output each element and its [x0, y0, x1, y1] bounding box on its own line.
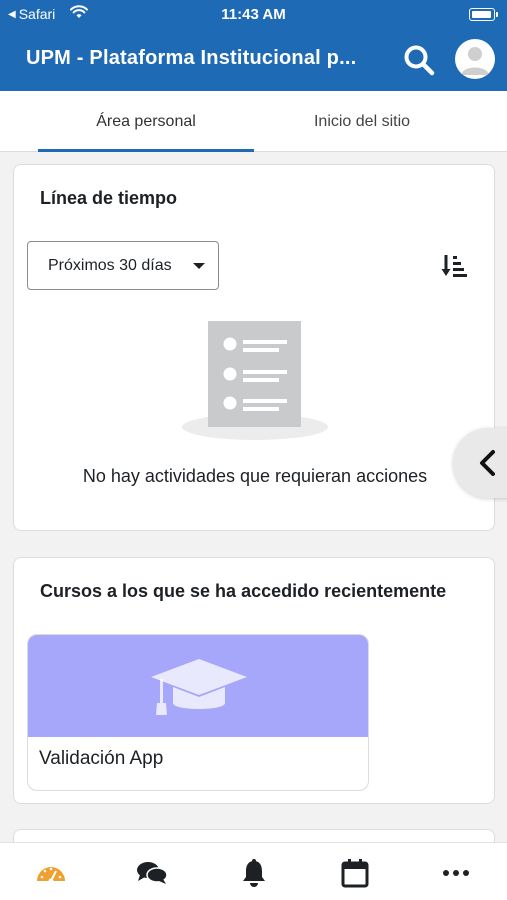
bottom-tab-bar	[0, 842, 507, 900]
timeline-empty-message: No hay actividades que requieran accione…	[82, 466, 428, 486]
timeline-title: Línea de tiempo	[40, 188, 178, 208]
search-icon[interactable]	[402, 43, 436, 77]
course-name: Validación App	[39, 748, 164, 769]
tab-bar: Área personal Inicio del sitio	[0, 91, 507, 152]
tab-messages[interactable]	[132, 853, 172, 893]
timeline-block: Línea de tiempo Próximos 30 días No hay …	[13, 164, 495, 531]
tab-calendar[interactable]	[335, 853, 375, 893]
battery-icon	[469, 8, 498, 21]
course-card[interactable]: Validación App	[27, 634, 369, 791]
calendar-icon	[341, 859, 369, 888]
graduation-cap-icon	[151, 659, 247, 715]
tab-more[interactable]	[436, 853, 476, 893]
chevron-down-icon	[193, 263, 205, 269]
sort-descending-icon[interactable]	[440, 251, 470, 281]
timeline-filter-select[interactable]: Próximos 30 días	[27, 241, 219, 290]
tab-inicio-del-sitio[interactable]: Inicio del sitio	[254, 91, 470, 152]
recent-courses-block: Cursos a los que se ha accedido reciente…	[13, 557, 495, 804]
chevron-left-icon	[480, 450, 495, 476]
messages-icon	[137, 862, 168, 884]
empty-list-illustration	[182, 321, 328, 440]
tab-area-personal[interactable]: Área personal	[38, 91, 254, 152]
recent-courses-title: Cursos a los que se ha accedido reciente…	[40, 581, 447, 601]
more-icon	[443, 870, 469, 876]
user-avatar-button[interactable]	[455, 39, 495, 79]
timeline-filter-value: Próximos 30 días	[48, 256, 172, 274]
status-bar: ◀ Safari 11:43 AM	[0, 0, 507, 30]
page-title: UPM - Plataforma Institucional p...	[26, 47, 357, 69]
user-avatar-icon	[461, 47, 489, 75]
notifications-icon	[243, 859, 265, 887]
tab-notifications[interactable]	[234, 853, 274, 893]
dashboard-icon	[37, 867, 65, 884]
tab-dashboard[interactable]	[31, 853, 71, 893]
status-time: 11:43 AM	[221, 6, 286, 23]
course-image	[28, 635, 368, 737]
app-header: ◀ Safari 11:43 AM UPM - Plataforma Insti…	[0, 0, 507, 91]
